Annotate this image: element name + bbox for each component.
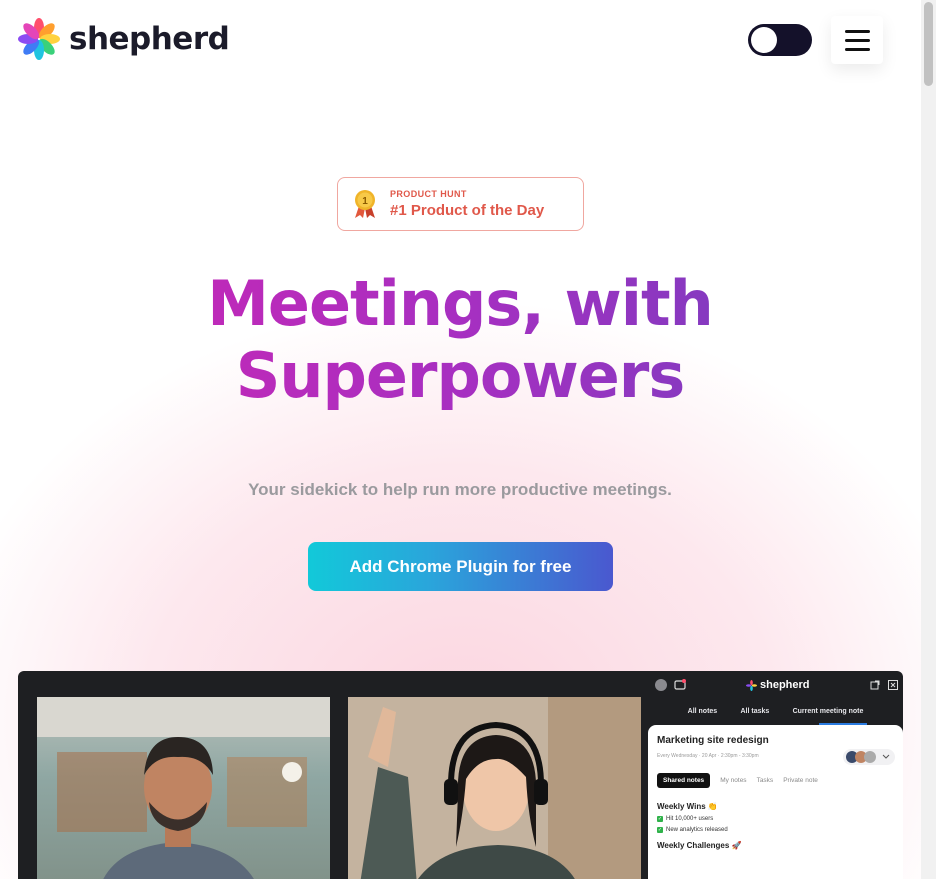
headline-line-1: Meetings, with [207, 267, 713, 340]
hero-headline: Meetings, with Superpowers [120, 268, 800, 412]
logo-pinwheel-icon [18, 18, 60, 60]
note-tabs: Shared notes My notes Tasks Private note [657, 773, 894, 788]
add-chrome-plugin-button[interactable]: Add Chrome Plugin for free [308, 542, 613, 591]
tab-shared-notes[interactable]: Shared notes [657, 773, 711, 788]
section-heading: Weekly Challenges 🚀 [657, 841, 742, 850]
badge-title: #1 Product of the Day [390, 202, 545, 219]
hamburger-icon [844, 29, 870, 33]
headline-line-2: Superpowers [235, 339, 685, 412]
product-hunt-badge[interactable]: 1 PRODUCT HUNT #1 Product of the Day [337, 177, 584, 231]
participant-woman-image [348, 697, 641, 879]
theme-toggle[interactable] [748, 24, 812, 56]
svg-text:1: 1 [362, 196, 368, 207]
close-icon[interactable] [888, 680, 898, 690]
badge-eyebrow: PRODUCT HUNT [390, 189, 467, 199]
menu-button[interactable] [831, 16, 883, 64]
list-item: ✓ New analytics released [657, 827, 728, 833]
section-heading: Weekly Wins 👏 [657, 802, 718, 811]
tab-all-notes[interactable]: All notes [688, 708, 718, 715]
panel-brand: shepherd [746, 679, 810, 691]
tab-current-meeting-note[interactable]: Current meeting note [793, 708, 864, 715]
app-preview: shepherd All notes All tasks Current mee… [18, 671, 903, 879]
brand-logo[interactable]: shepherd [18, 18, 230, 60]
video-tile-man [37, 697, 330, 879]
landing-page: shepherd 1 PRODUCT HUNT #1 Product of th… [0, 0, 921, 879]
avatar-icon[interactable] [655, 679, 667, 691]
meeting-note-card: Marketing site redesign Every Wednesday … [648, 725, 903, 879]
medal-icon: 1 [355, 190, 375, 218]
scrollbar[interactable] [921, 0, 936, 879]
tab-private-note[interactable]: Private note [783, 777, 818, 784]
list-item: ✓ Hit 10,000+ users [657, 816, 714, 822]
check-icon: ✓ [657, 816, 663, 822]
tab-all-tasks[interactable]: All tasks [740, 708, 769, 715]
inbox-icon[interactable] [674, 679, 686, 691]
check-icon: ✓ [657, 827, 663, 833]
participant-man-image [37, 697, 330, 879]
hero-subhead: Your sidekick to help run more productiv… [248, 480, 672, 499]
tab-my-notes[interactable]: My notes [720, 777, 746, 784]
brand-name: shepherd [69, 21, 230, 57]
shepherd-panel-header: shepherd All notes All tasks Current mee… [648, 671, 903, 731]
external-link-icon[interactable] [870, 680, 880, 690]
meeting-title: Marketing site redesign [657, 735, 769, 746]
logo-pinwheel-icon [746, 679, 757, 691]
scrollbar-thumb[interactable] [924, 2, 933, 86]
participants-avatars[interactable] [843, 749, 895, 765]
tab-tasks[interactable]: Tasks [757, 777, 774, 784]
panel-tabs: All notes All tasks Current meeting note [648, 708, 903, 715]
toggle-knob [751, 27, 777, 53]
video-tile-woman [348, 697, 641, 879]
